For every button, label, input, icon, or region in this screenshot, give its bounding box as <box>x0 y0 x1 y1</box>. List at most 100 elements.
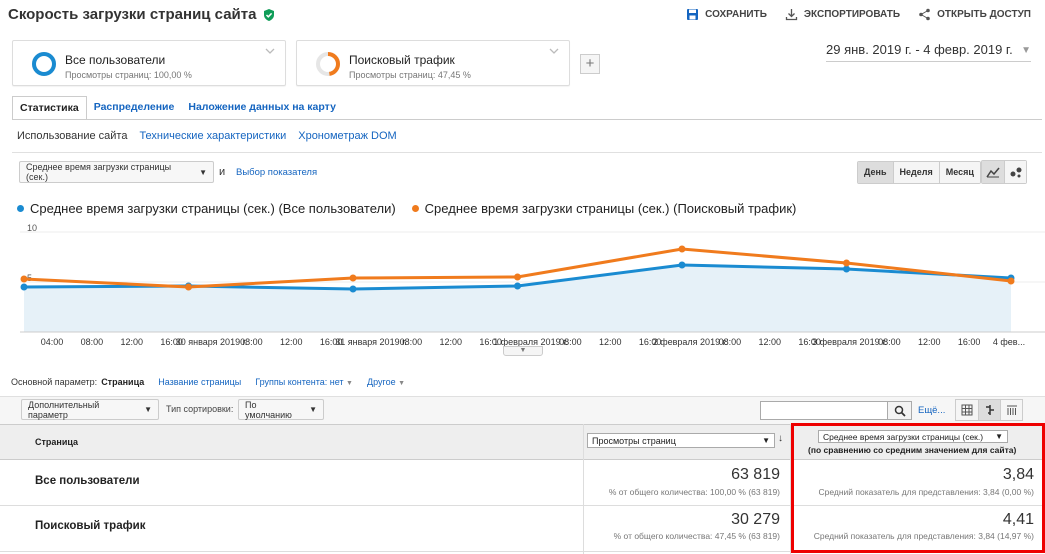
x-tick-label: 08:00 <box>81 337 104 347</box>
period-toggle: День Неделя Месяц <box>857 161 981 184</box>
x-tick-label: 4 фев... <box>993 337 1025 347</box>
advanced-filter-link[interactable]: Ещё... <box>918 405 945 416</box>
data-point-1 <box>843 259 850 267</box>
chevron-down-icon[interactable] <box>265 47 275 55</box>
sort-type-label: Тип сортировки: <box>166 404 234 414</box>
add-segment-button[interactable]: + <box>580 54 600 74</box>
x-tick-label: 3 февраля 2019 г. <box>812 337 887 347</box>
segment-subtitle: Просмотры страниц: 47,45 % <box>349 70 471 80</box>
search-button[interactable] <box>888 401 912 420</box>
grid-icon <box>961 404 973 416</box>
pageviews-metric-select[interactable]: Просмотры страниц ▼ <box>587 433 775 448</box>
dropdown-arrow-icon: ▼ <box>199 167 207 177</box>
other-label: Другое <box>366 377 396 387</box>
column-header-page[interactable]: Страница <box>35 437 78 447</box>
date-range-text: 29 янв. 2019 г. - 4 февр. 2019 г. <box>826 42 1013 57</box>
chevron-down-icon[interactable] <box>549 47 559 55</box>
segment-name: Поисковый трафик <box>349 53 455 67</box>
legend-label: Среднее время загрузки страницы (сек.) (… <box>424 201 797 216</box>
tab-map-overlay[interactable]: Наложение данных на карту <box>181 96 343 120</box>
x-tick-label: 12:00 <box>280 337 303 347</box>
row-pageviews: 30 279 <box>731 511 780 528</box>
data-point-1 <box>349 274 357 282</box>
data-point-1 <box>1007 277 1015 285</box>
report-actions: СОХРАНИТЬ ЭКСПОРТИРОВАТЬ ОТКРЫТЬ ДОСТУП <box>686 8 1031 21</box>
primary-dimension-page[interactable]: Страница <box>101 377 144 387</box>
x-tick-label: 31 января 2019 г. <box>335 337 407 347</box>
download-icon <box>785 9 798 21</box>
sub-tabs: Использование сайта Технические характер… <box>17 130 397 142</box>
x-tick-label: 30 января 2019 г. <box>176 337 248 347</box>
x-tick-label: 08:00 <box>400 337 423 347</box>
subtab-technical[interactable]: Технические характеристики <box>139 130 286 142</box>
subtab-site-usage[interactable]: Использование сайта <box>17 130 127 142</box>
segment-ring-icon <box>32 52 56 76</box>
table-search-input[interactable] <box>760 401 888 420</box>
verified-shield-icon <box>264 8 275 21</box>
tab-statistics[interactable]: Статистика <box>12 96 87 120</box>
dimension-other-link[interactable]: Другое ▼ <box>367 377 405 387</box>
pivot-view-button[interactable] <box>1000 400 1022 420</box>
tabs-divider <box>12 119 1042 120</box>
divider <box>12 152 1042 153</box>
row-pageviews: 63 819 <box>731 466 780 483</box>
load-time-chart: 10504:00 08:00 12:00 16:0030 января 2019 г.… <box>20 223 1045 347</box>
chart-legend: Среднее время загрузки страницы (сек.) (… <box>17 201 796 216</box>
comparison-view-button[interactable] <box>978 400 1000 420</box>
period-month-button[interactable]: Месяц <box>938 162 980 183</box>
x-tick-label: 08:00 <box>559 337 582 347</box>
tab-distribution[interactable]: Распределение <box>87 96 182 120</box>
bubble-chart-icon <box>1010 167 1021 178</box>
secondary-dimension-select[interactable]: Дополнительный параметр ▼ <box>21 399 159 420</box>
share-button[interactable]: ОТКРЫТЬ ДОСТУП <box>918 8 1031 21</box>
page-title: Скорость загрузки страниц сайта <box>8 6 276 23</box>
x-tick-label: 12:00 <box>599 337 622 347</box>
share-label: ОТКРЫТЬ ДОСТУП <box>937 9 1031 20</box>
export-button[interactable]: ЭКСПОРТИРОВАТЬ <box>785 8 900 21</box>
pivot-icon <box>1006 405 1017 415</box>
subtab-dom-timing[interactable]: Хронометраж DOM <box>298 130 396 142</box>
dimension-content-group-link[interactable]: Группы контента: нет ▼ <box>255 377 353 387</box>
data-point-0 <box>514 282 521 290</box>
period-day-button[interactable]: День <box>858 162 893 183</box>
data-point-1 <box>514 273 521 281</box>
legend-dot-orange <box>411 205 419 212</box>
comparison-icon <box>985 405 994 415</box>
legend-item: Среднее время загрузки страницы (сек.) (… <box>17 201 396 216</box>
data-point-0 <box>20 283 28 291</box>
save-button[interactable]: СОХРАНИТЬ <box>686 8 767 21</box>
save-icon <box>687 9 699 20</box>
table-view-toggle <box>955 399 1023 421</box>
segment-ring-icon <box>316 52 340 76</box>
sort-type-value: По умолчанию <box>245 399 292 420</box>
data-point-1 <box>678 245 686 253</box>
dropdown-arrow-icon: ▼ <box>309 405 317 414</box>
share-icon <box>919 8 930 21</box>
segment-name: Все пользователи <box>65 53 166 67</box>
report-tabs: Статистика Распределение Наложение данны… <box>12 96 343 120</box>
save-label: СОХРАНИТЬ <box>705 9 767 20</box>
pick-metric-link[interactable]: Выбор показателя <box>236 167 317 178</box>
data-point-1 <box>185 283 192 291</box>
metric-select[interactable]: Среднее время загрузки страницы (сек.) ▼ <box>19 161 214 183</box>
data-point-1 <box>20 275 28 283</box>
x-tick-label: 04:00 <box>41 337 64 347</box>
sort-desc-icon[interactable]: ↓ <box>778 433 783 444</box>
segment-card-search-traffic[interactable]: Поисковый трафик Просмотры страниц: 47,4… <box>296 40 570 86</box>
period-week-button[interactable]: Неделя <box>892 162 939 183</box>
export-label: ЭКСПОРТИРОВАТЬ <box>803 9 901 20</box>
y-tick-label: 10 <box>27 223 37 233</box>
sort-type-select[interactable]: По умолчанию ▼ <box>238 399 324 420</box>
date-range-picker[interactable]: 29 янв. 2019 г. - 4 февр. 2019 г. ▼ <box>826 42 1031 62</box>
search-icon <box>894 405 906 417</box>
table-view-button[interactable] <box>956 400 978 420</box>
dimension-page-title-link[interactable]: Название страницы <box>158 377 241 387</box>
line-chart-button[interactable] <box>982 161 1004 183</box>
legend-item: Среднее время загрузки страницы (сек.) (… <box>411 201 797 216</box>
row-pageviews-share: % от общего количества: 100,00 % (63 819… <box>608 487 780 497</box>
motion-chart-button[interactable] <box>1004 161 1026 183</box>
segment-card-all-users[interactable]: Все пользователи Просмотры страниц: 100,… <box>12 40 286 86</box>
x-tick-label: 2 февраля 2019 г. <box>653 337 728 347</box>
collapse-chart-button[interactable]: ▼ <box>503 346 543 356</box>
dropdown-arrow-icon: ▼ <box>1021 45 1031 56</box>
